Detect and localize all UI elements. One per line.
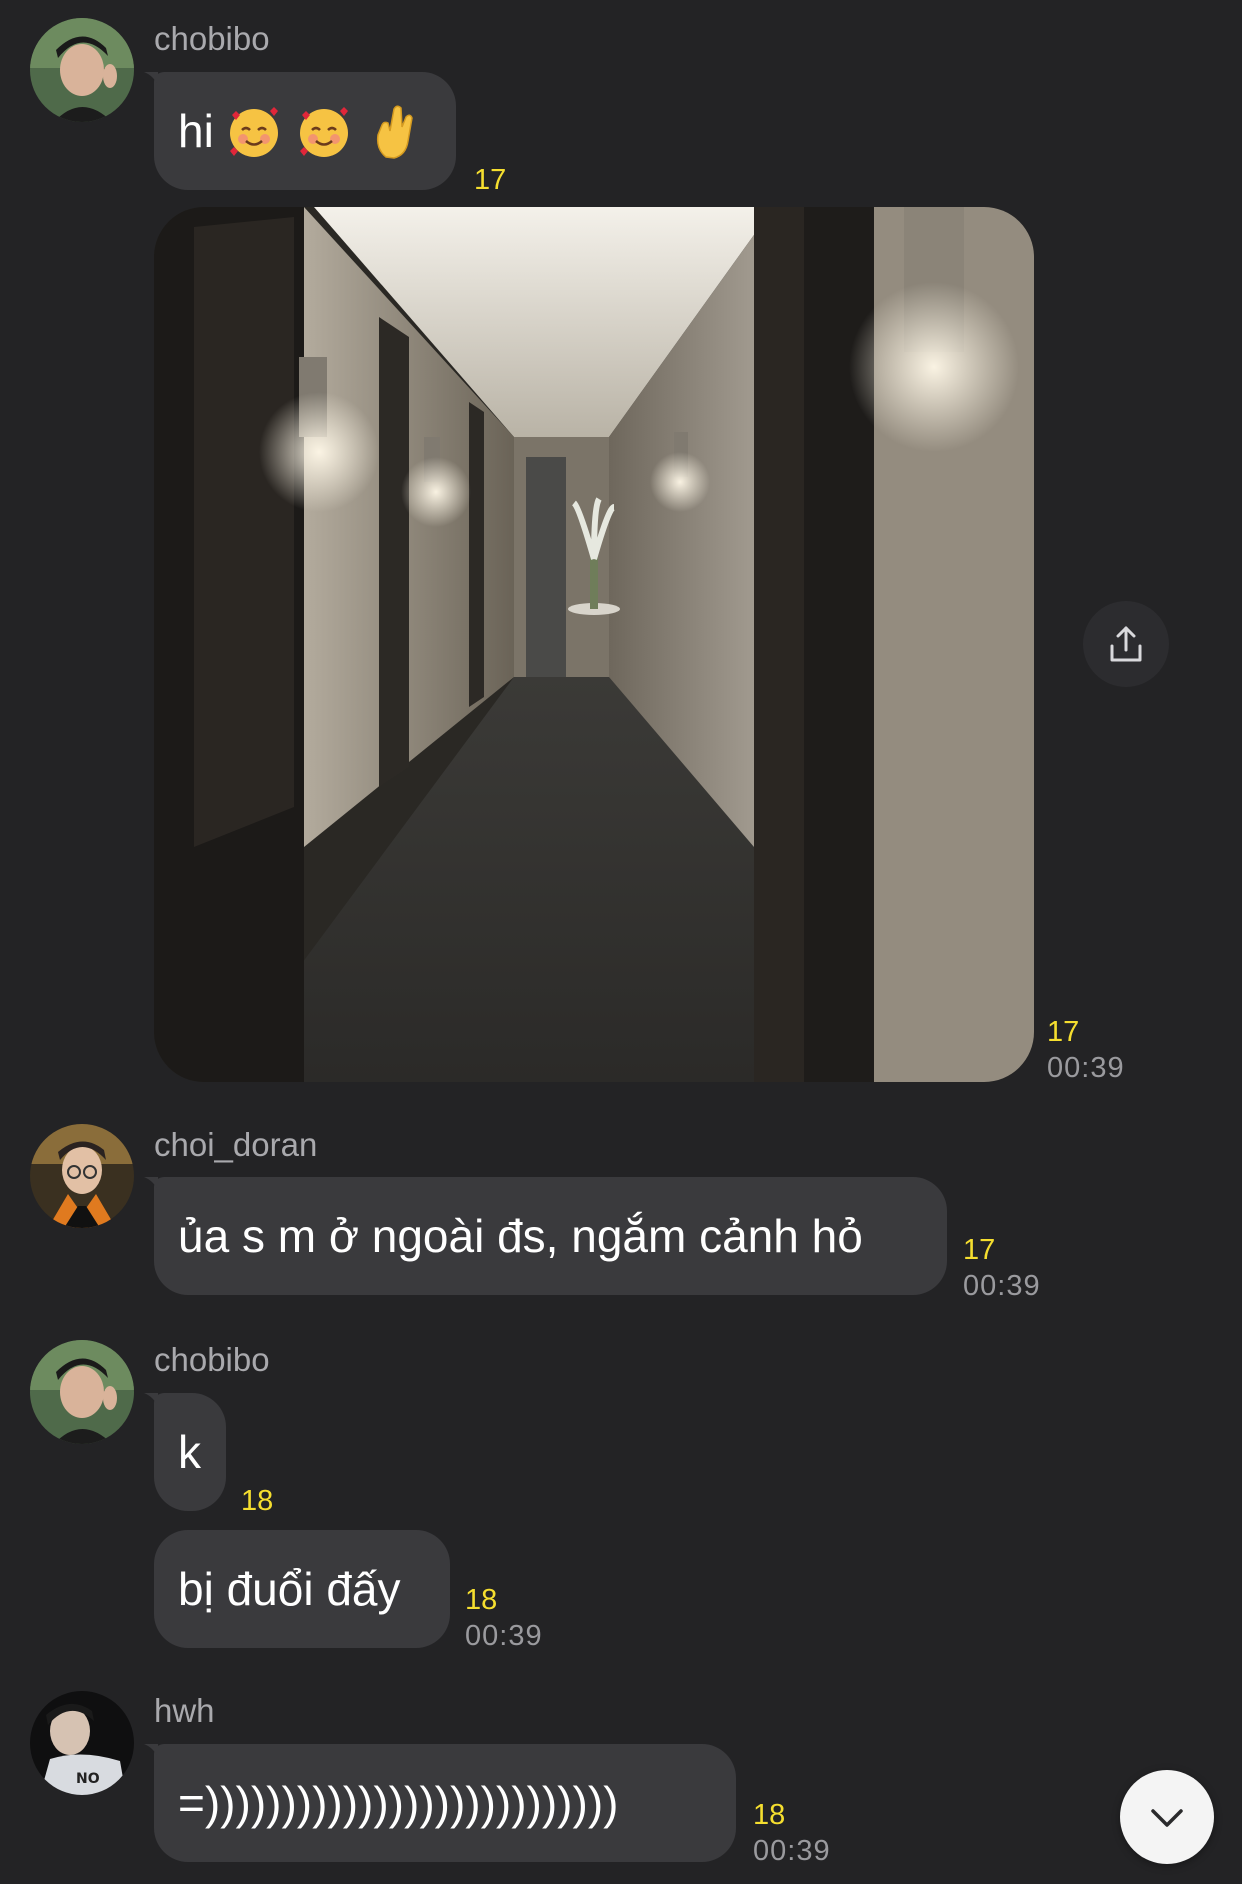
- read-count: 18: [241, 1485, 274, 1517]
- message-meta: 18 00:39: [465, 1582, 543, 1654]
- sender-name: hwh: [154, 1692, 215, 1729]
- chevron-down-icon: [1151, 1809, 1183, 1827]
- bubble-tail: [144, 1177, 158, 1191]
- sender-name: choi_doran: [154, 1126, 318, 1163]
- message-text: k: [178, 1426, 201, 1478]
- avatar-choi-doran[interactable]: [30, 1124, 134, 1228]
- scroll-to-bottom-button[interactable]: [1120, 1770, 1214, 1864]
- message-meta: 18 00:39: [753, 1797, 831, 1869]
- smiling-face-with-hearts-icon: [229, 107, 278, 157]
- avatar-hwh[interactable]: NO: [30, 1691, 134, 1795]
- bubble-tail: [144, 1744, 158, 1758]
- svg-text:NO: NO: [76, 1771, 100, 1787]
- message-meta: 18: [241, 1483, 273, 1519]
- sender-name: chobibo: [154, 1341, 270, 1378]
- hallway-photo[interactable]: [154, 207, 1034, 1082]
- crossed-fingers-hand-icon: [376, 105, 413, 159]
- message-text: bị đuổi đấy: [178, 1563, 401, 1615]
- bubble-tail: [144, 72, 158, 86]
- timestamp: 00:39: [1047, 1052, 1125, 1084]
- message-bubble[interactable]: =))))))))))))))))))))))))))): [154, 1744, 736, 1862]
- message-meta: 17 00:39: [963, 1232, 1041, 1304]
- share-icon: [1110, 626, 1142, 662]
- read-count: 18: [465, 1584, 498, 1616]
- read-count: 18: [753, 1799, 786, 1831]
- message-meta: 17: [474, 162, 506, 198]
- avatar-chobibo[interactable]: [30, 18, 134, 122]
- timestamp: 00:39: [963, 1270, 1041, 1302]
- share-button[interactable]: [1083, 601, 1169, 687]
- message-bubble[interactable]: hi: [154, 72, 456, 190]
- message-text: =))))))))))))))))))))))))))): [178, 1777, 619, 1829]
- message-bubble[interactable]: ủa s m ở ngoài đs, ngắm cảnh hỏ: [154, 1177, 947, 1295]
- message-bubble[interactable]: bị đuổi đấy: [154, 1530, 450, 1648]
- sender-name: chobibo: [154, 20, 270, 57]
- smiling-face-with-hearts-icon: [299, 107, 348, 157]
- avatar-chobibo[interactable]: [30, 1340, 134, 1444]
- read-count: 17: [1047, 1016, 1080, 1048]
- photo-meta: 17 00:39: [1047, 1014, 1125, 1086]
- read-count: 17: [474, 164, 507, 196]
- read-count: 17: [963, 1234, 996, 1266]
- message-bubble[interactable]: k: [154, 1393, 226, 1511]
- bubble-tail: [144, 1393, 158, 1407]
- message-text: hi: [178, 105, 214, 157]
- timestamp: 00:39: [465, 1620, 543, 1652]
- timestamp: 00:39: [753, 1835, 831, 1867]
- message-text: ủa s m ở ngoài đs, ngắm cảnh hỏ: [178, 1210, 863, 1262]
